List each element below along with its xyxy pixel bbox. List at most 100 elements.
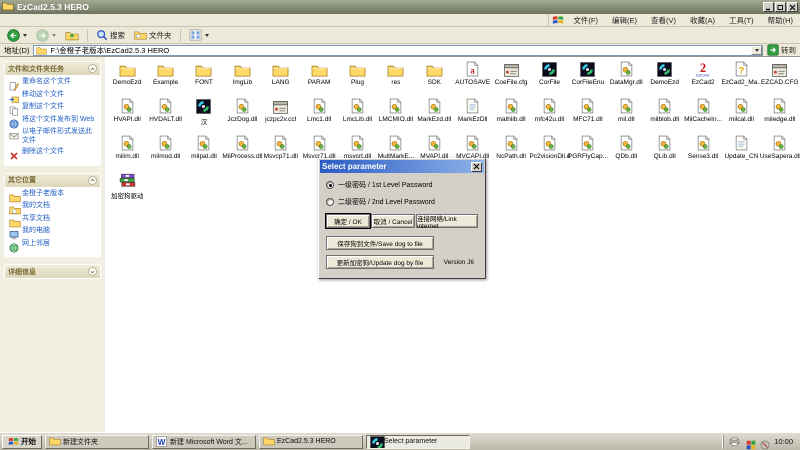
radio-1st-level[interactable]: 一级密码 / 1st Level Password [326,180,478,190]
file-item[interactable]: FONT [185,58,223,95]
task-item[interactable]: 将这个文件发布到 Web [9,116,98,126]
file-item[interactable]: MilProcess.dll [223,132,261,169]
file-item[interactable]: jczpc2v.ccf [262,95,300,132]
panel-file-tasks-header[interactable]: 文件和文件夹任务 [5,62,100,75]
menu-item[interactable]: 查看(V) [644,14,683,27]
chevron-up-icon[interactable] [88,176,97,185]
file-item[interactable]: Example [146,58,184,95]
file-item[interactable]: 汉 [185,95,223,132]
file-item[interactable]: LANG [262,58,300,95]
task-item[interactable]: 移动这个文件 [9,91,98,101]
place-item[interactable]: 金橙子老版本 [9,190,98,200]
back-dropdown-icon[interactable] [23,34,27,37]
minimize-button[interactable] [763,2,774,12]
file-item[interactable]: milcal.dll [722,95,760,132]
place-item[interactable]: 我的电脑 [9,227,98,237]
folders-button[interactable]: 文件夹 [131,28,175,42]
file-item[interactable]: milmod.dll [146,132,184,169]
address-input[interactable]: F:\金橙子老版本\EzCad2.5.3 HERO [33,45,763,56]
file-item[interactable]: mfc42u.dll [530,95,568,132]
file-item[interactable]: Plug [338,58,376,95]
file-item[interactable]: QLib.dll [645,132,683,169]
file-item[interactable]: DemoEzd [108,58,146,95]
save-dog-button[interactable]: 保存狗到文件/Save dog to file [326,236,434,250]
file-item[interactable]: QDb.dll [607,132,645,169]
chevron-down-icon[interactable] [88,267,97,276]
views-button[interactable] [186,28,212,42]
taskbar-task-button[interactable]: Select parameter [366,435,470,449]
file-item[interactable]: Msvcp71.dll [262,132,300,169]
file-item[interactable]: UseSapera.dll [761,132,799,169]
file-item[interactable]: CorFile [530,58,568,95]
file-item[interactable]: milblob.dll [645,95,683,132]
menu-item[interactable]: 收藏(A) [683,14,722,27]
cancel-button[interactable]: 取消 / Cancel [371,214,415,228]
file-item[interactable]: NcPath.dll [492,132,530,169]
file-item[interactable]: Pc2visionDll.dll [530,132,568,169]
file-item[interactable]: EZCAD.CFG [761,58,799,95]
ok-button[interactable]: 确定 / OK [326,214,370,228]
link-internet-button[interactable]: 连接网络/Link internet [416,214,478,228]
file-item[interactable]: Lmc1.dll [300,95,338,132]
file-item[interactable]: milpat.dll [185,132,223,169]
tray-app-icon[interactable] [746,437,756,447]
place-item[interactable]: 我的文档 [9,202,98,212]
update-dog-button[interactable]: 更新加密狗/Update dog by file [326,255,434,269]
file-item[interactable]: miledge.dll [761,95,799,132]
file-item[interactable]: MarkEzDll [454,95,492,132]
file-item[interactable]: Sense3.dll [684,132,722,169]
back-button[interactable] [4,28,30,43]
file-item[interactable]: LMCMIO.dll [377,95,415,132]
forward-dropdown-icon[interactable] [52,34,56,37]
address-dropdown-button[interactable] [751,46,762,55]
file-item[interactable]: Update_CN [722,132,760,169]
tray-status-icon[interactable] [760,437,770,447]
file-item[interactable]: CorFileEnu [569,58,607,95]
start-button[interactable]: 开始 [2,435,42,449]
views-dropdown-icon[interactable] [205,34,209,37]
file-item[interactable]: HVAPI.dll [108,95,146,132]
up-button[interactable] [62,28,82,43]
taskbar-task-button[interactable]: 新建文件夹 [45,435,149,449]
task-item[interactable]: 复制这个文件 [9,103,98,113]
radio-2nd-level[interactable]: 二级密码 / 2nd Level Password [326,197,478,207]
file-item[interactable]: PARAM [300,58,338,95]
forward-button[interactable] [33,28,59,43]
printer-icon[interactable] [729,437,740,446]
file-item[interactable]: mil.dll [607,95,645,132]
file-item[interactable]: CoeFile.cfg [492,58,530,95]
file-item[interactable]: milim.dll [108,132,146,169]
file-item[interactable]: DemoEzd [645,58,683,95]
menu-item[interactable]: 工具(T) [722,14,761,27]
file-item[interactable]: SDK [415,58,453,95]
file-item[interactable]: ImgLib [223,58,261,95]
close-button[interactable] [787,2,798,12]
file-item[interactable]: DataMgr.dll [607,58,645,95]
restore-button[interactable] [775,2,786,12]
panel-details-header[interactable]: 详细信息 [5,265,100,278]
task-item[interactable]: 删除这个文件 [9,148,98,158]
menu-item[interactable]: 编辑(E) [605,14,644,27]
place-item[interactable]: 共享文档 [9,215,98,225]
place-item[interactable]: 网上邻居 [9,240,98,250]
file-item[interactable]: mathlib.dll [492,95,530,132]
search-button[interactable]: 搜索 [93,28,128,42]
file-item[interactable]: res [377,58,415,95]
chevron-up-icon[interactable] [88,64,97,73]
file-item[interactable]: 2EZCAD EzCad2 [684,58,722,95]
task-item[interactable]: 以电子邮件形式发送此文件 [9,128,98,146]
go-button[interactable]: 转到 [767,44,796,56]
menu-item[interactable]: 帮助(H) [761,14,800,27]
file-item[interactable]: MilCacheIn... [684,95,722,132]
file-item[interactable]: a AUTOSAVE [454,58,492,95]
file-item[interactable]: MFC71.dll [569,95,607,132]
file-item[interactable]: JczDog.dll [223,95,261,132]
menu-item[interactable]: 文件(F) [566,14,605,27]
dialog-close-button[interactable] [471,162,482,172]
file-item[interactable]: 加密狗驱动 [108,169,146,206]
taskbar-task-button[interactable]: W 新建 Microsoft Word 文... [152,435,256,449]
file-item[interactable]: MarkEzd.dll [415,95,453,132]
file-item[interactable]: ? EzCad2_Ma... [722,58,760,95]
panel-other-places-header[interactable]: 其它位置 [5,174,100,187]
task-item[interactable]: 重命名这个文件 [9,78,98,88]
